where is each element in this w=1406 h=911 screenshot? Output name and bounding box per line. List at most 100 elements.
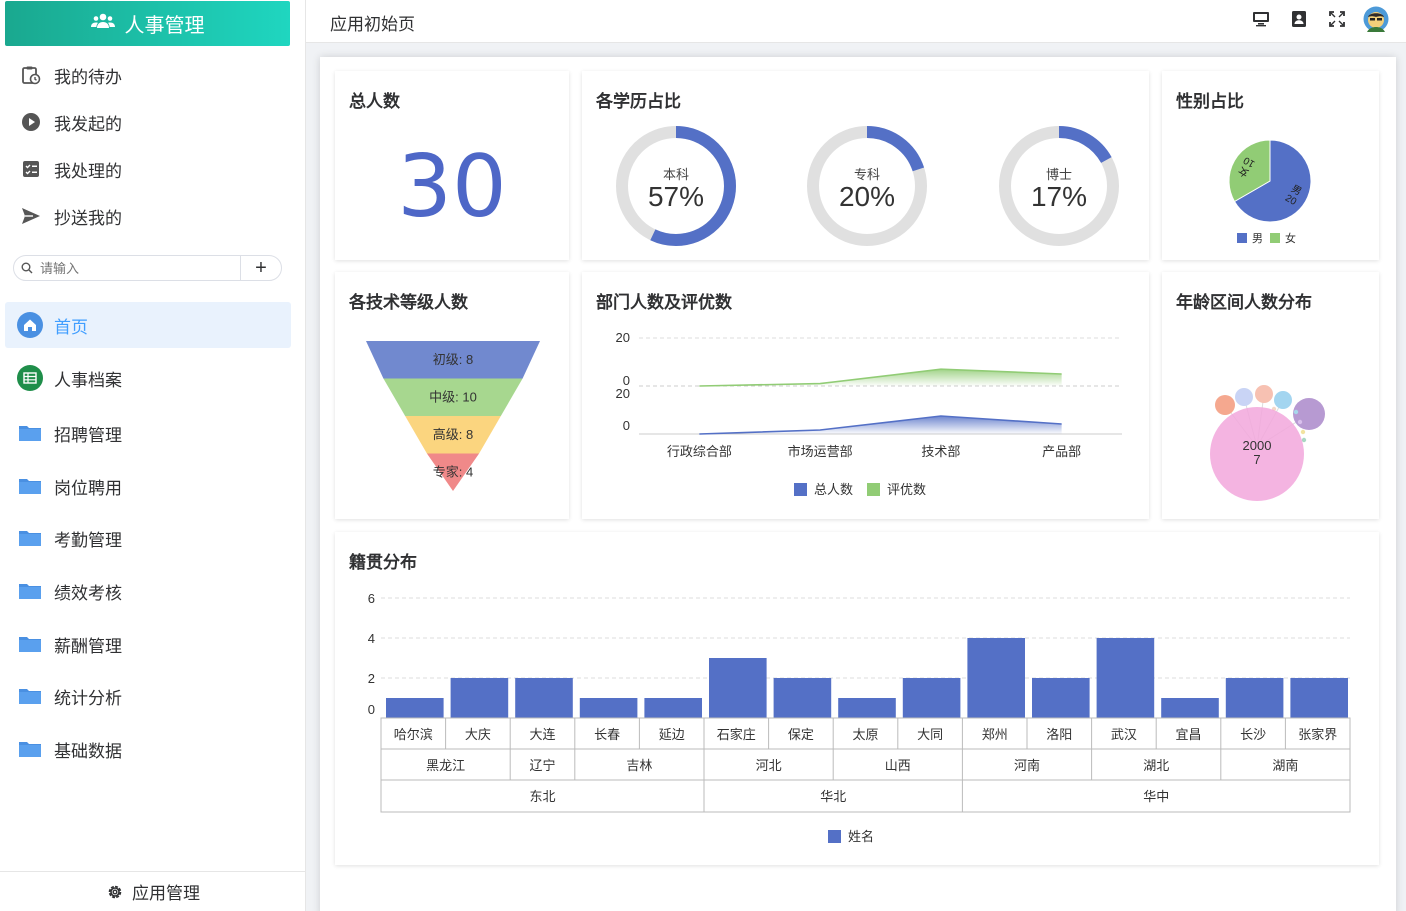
province-label-0: 黑龙江 xyxy=(426,758,465,773)
bubble-4 xyxy=(1293,398,1325,430)
folder-icon xyxy=(17,473,43,499)
dept-card: 部门人数及评优数 20 0 20 0 行政综合部 市场运营部 技术部 产品部 总人数 评优数 xyxy=(582,272,1149,519)
bar-2 xyxy=(515,678,573,718)
city-label-1: 大庆 xyxy=(465,727,491,742)
city-label-3: 长春 xyxy=(594,727,620,742)
education-donuts: 本科57% 专科20% 博士17% xyxy=(616,126,1119,246)
search-input[interactable] xyxy=(40,260,240,276)
legend-swatch xyxy=(828,830,841,843)
menu-statistics[interactable]: 统计分析 xyxy=(17,676,122,716)
app-settings-button[interactable]: 应用管理 xyxy=(0,871,306,911)
bubble-3 xyxy=(1274,391,1292,409)
city-label-6: 保定 xyxy=(788,727,814,742)
bubble-0 xyxy=(1215,395,1235,415)
city-label-9: 郑州 xyxy=(982,727,1008,742)
province-label-6: 湖北 xyxy=(1143,758,1169,773)
nav-cc-me[interactable]: 抄送我的 xyxy=(20,196,122,236)
checklist-icon xyxy=(20,158,42,180)
donut-label-1: 专科 xyxy=(854,167,880,182)
folder-icon xyxy=(17,525,43,551)
gender-pie: 男20女10男女 xyxy=(1228,139,1312,245)
bubble-dot-3 xyxy=(1300,429,1306,435)
brand-title: 人事管理 xyxy=(124,15,205,37)
legend-label-0: 男 xyxy=(1252,233,1263,245)
origin-card: 籍贯分布 6 4 2 0 哈尔滨 大庆 大连 长春 延边 石家庄 保定 太原 大同 郑州 洛阳 武汉 宜昌 长沙张… xyxy=(335,532,1379,865)
donut-value-1: 20% xyxy=(839,181,895,212)
donut-value-0: 57% xyxy=(648,181,704,212)
home-icon xyxy=(17,312,43,338)
total-headcount-title: 总人数 xyxy=(349,92,400,111)
y-tick-top-high: 20 xyxy=(616,330,630,345)
city-label-11: 武汉 xyxy=(1111,727,1137,742)
bar-14 xyxy=(1290,678,1348,718)
bubble-dot-2 xyxy=(1297,419,1303,425)
city-label-14: 张家界 xyxy=(1298,727,1337,742)
nav-home-entry[interactable]: 首页 xyxy=(17,305,88,345)
play-circle-icon xyxy=(20,111,42,133)
nav-home-label: 首页 xyxy=(54,317,88,337)
province-label-3: 河北 xyxy=(756,758,782,773)
legend-label-0: 总人数 xyxy=(814,482,853,497)
province-label-2: 吉林 xyxy=(626,758,652,773)
bar-4 xyxy=(644,698,702,718)
y-tick-label-0: 6 xyxy=(368,591,375,606)
bar-7 xyxy=(838,698,896,718)
menu-basic-data[interactable]: 基础数据 xyxy=(17,729,122,769)
donut-value-2: 17% xyxy=(1031,181,1087,212)
legend-label-1: 评优数 xyxy=(887,482,926,497)
clipboard-clock-icon xyxy=(20,64,42,86)
nav-my-handled[interactable]: 我处理的 xyxy=(20,149,122,189)
city-label-8: 大同 xyxy=(917,727,943,742)
city-label-13: 长沙 xyxy=(1240,727,1266,742)
search-icon xyxy=(14,262,40,274)
app-settings-label: 应用管理 xyxy=(132,884,200,903)
nav-my-initiated[interactable]: 我发起的 xyxy=(20,102,122,142)
bubble-main-label: 2000 xyxy=(1243,438,1272,453)
legend-swatch-1 xyxy=(1270,233,1280,243)
bar-0 xyxy=(386,698,444,718)
education-card: 各学历占比 本科 57% 专科 20% 博士 17% xyxy=(582,71,1149,260)
avatar[interactable] xyxy=(1363,6,1389,32)
y-tick-bottom-high: 20 xyxy=(616,386,630,401)
total-headcount-value: 30 xyxy=(397,137,507,237)
gear-icon xyxy=(106,883,124,901)
menu-attendance-label: 考勤管理 xyxy=(54,530,122,550)
nav-cc-me-label: 抄送我的 xyxy=(54,208,122,228)
folder-icon xyxy=(17,736,43,762)
city-label-2: 大连 xyxy=(529,727,555,742)
dashboard-panel: 总人数 30 各学历占比 本科 57% 专科 20% 博士 17% 性别占比 男 20 女 10… xyxy=(320,57,1396,911)
user-card-icon[interactable] xyxy=(1288,8,1310,30)
nav-my-todo-label: 我的待办 xyxy=(54,67,122,87)
city-label-0: 哈尔滨 xyxy=(394,727,433,742)
y-tick-label-3: 0 xyxy=(368,702,375,717)
area-fill-0 xyxy=(699,416,1062,434)
top-bar: 应用初始页 xyxy=(306,0,1406,43)
province-label-1: 辽宁 xyxy=(529,758,555,773)
add-button[interactable]: + xyxy=(240,256,281,280)
folder-icon xyxy=(17,683,43,709)
menu-performance[interactable]: 绩效考核 xyxy=(17,571,122,611)
fullscreen-icon[interactable] xyxy=(1326,8,1348,30)
monitor-icon[interactable] xyxy=(1250,8,1272,30)
menu-salary-label: 薪酬管理 xyxy=(54,636,122,656)
menu-position[interactable]: 岗位聘用 xyxy=(17,466,122,506)
y-tick-label-2: 2 xyxy=(368,671,375,686)
bar-3 xyxy=(579,698,638,718)
bar-11 xyxy=(1096,638,1155,718)
menu-salary[interactable]: 薪酬管理 xyxy=(17,624,122,664)
menu-recruitment[interactable]: 招聘管理 xyxy=(17,413,122,453)
menu-hr-archive[interactable]: 人事档案 xyxy=(17,358,122,398)
province-label-5: 河南 xyxy=(1014,758,1040,773)
bar-12 xyxy=(1161,698,1219,718)
brand-header[interactable]: 人事管理 xyxy=(5,1,290,46)
bar-6 xyxy=(773,678,832,718)
region-label-1: 华北 xyxy=(820,789,846,804)
menu-attendance[interactable]: 考勤管理 xyxy=(17,518,122,558)
sidebar-search: + xyxy=(13,255,282,281)
gender-card: 性别占比 男 20 女 10 男女 xyxy=(1162,71,1379,260)
bubble-main-value: 7 xyxy=(1253,452,1260,467)
send-icon xyxy=(20,205,42,227)
nav-my-todo[interactable]: 我的待办 xyxy=(20,55,122,95)
x-tick-label-2: 技术部 xyxy=(921,444,960,459)
bubble-dot-1 xyxy=(1293,409,1299,415)
